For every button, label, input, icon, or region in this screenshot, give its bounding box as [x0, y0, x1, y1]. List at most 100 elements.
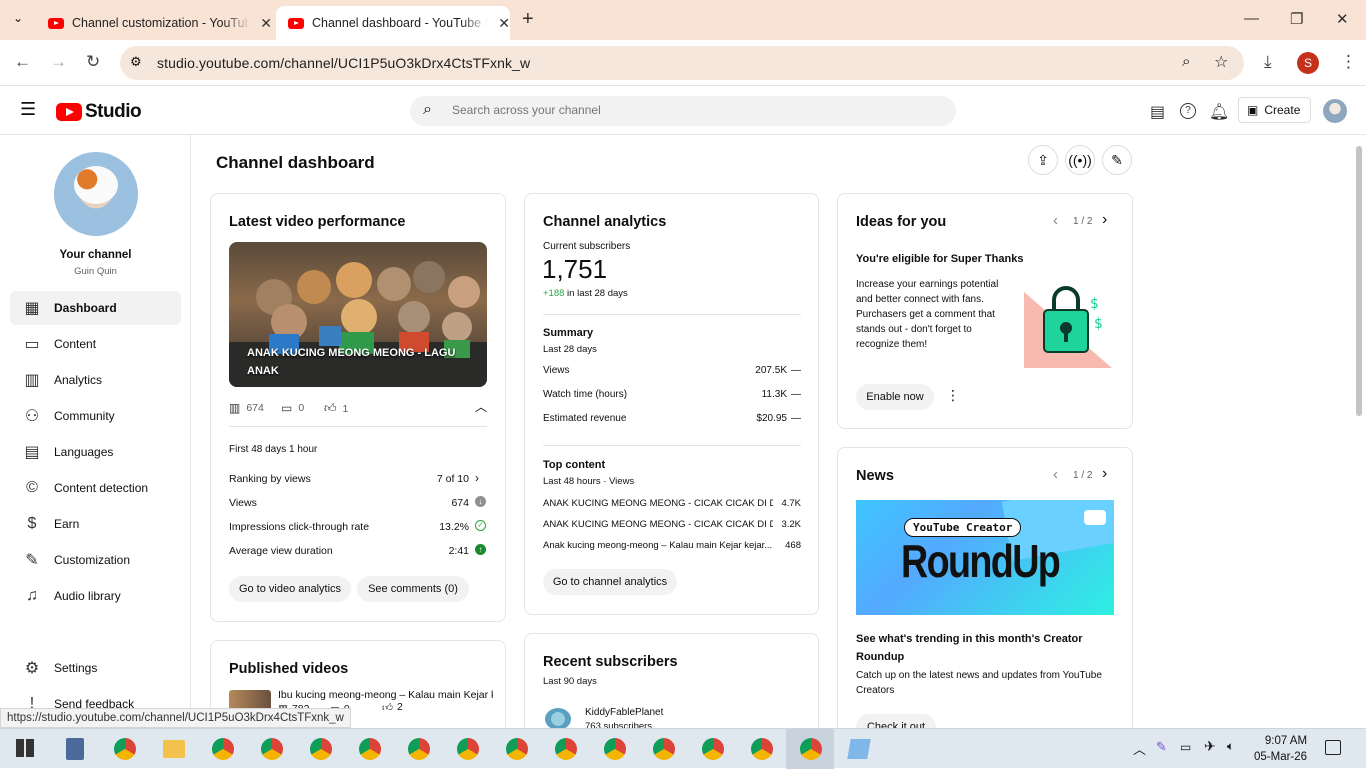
sidebar-item-earn[interactable]: $ Earn [10, 507, 181, 541]
system-clock[interactable]: 9:07 AM 05-Mar-26 [1254, 733, 1307, 765]
sidebar-item-content[interactable]: ▭ Content [10, 327, 181, 361]
chrome-icon[interactable] [457, 738, 479, 760]
battery-icon[interactable]: ▭ [1180, 740, 1191, 754]
pen-icon[interactable]: ✎ [1156, 739, 1167, 755]
tray-chevron-icon[interactable]: ︿ [1133, 739, 1146, 758]
top-content-item[interactable]: Anak kucing meong-meong – Kalau main Kej… [543, 540, 775, 551]
airplane-icon[interactable]: ✈ [1204, 738, 1216, 755]
studio-logo[interactable]: Studio [56, 101, 142, 123]
published-video-title[interactable]: Ibu kucing meong-meong – Kalau main Keja… [278, 689, 493, 701]
browser-profile-avatar[interactable]: S [1297, 52, 1319, 74]
card-title: Recent subscribers [543, 654, 678, 670]
chrome-icon[interactable] [310, 738, 332, 760]
new-tab-button[interactable]: + [522, 8, 534, 31]
restore-icon[interactable]: ❐ [1290, 10, 1303, 28]
subscriber-name[interactable]: KiddyFablePlanet [585, 707, 663, 718]
page-scrollbar[interactable] [1356, 146, 1362, 416]
back-icon[interactable]: ← [14, 52, 31, 72]
collapse-chevron-icon[interactable]: ︿ [475, 398, 487, 415]
chrome-icon[interactable] [604, 738, 626, 760]
news-heading[interactable]: See what's trending in this month's Crea… [856, 630, 1096, 666]
subscribers-label: Current subscribers [543, 241, 631, 252]
video-thumbnail[interactable]: ANAK KUCING MEONG MEONG - LAGU ANAK [229, 242, 487, 387]
sidebar-item-languages[interactable]: ▤ Languages [10, 435, 181, 469]
search-input[interactable] [452, 103, 932, 117]
chrome-icon[interactable] [653, 738, 675, 760]
download-icon[interactable]: ⤓ [1264, 52, 1272, 72]
go-live-button[interactable]: ((•)) [1065, 145, 1095, 175]
next-chevron-icon[interactable]: › [1102, 211, 1107, 229]
tab-channel-dashboard[interactable]: Channel dashboard - YouTube Studio ✕ [276, 6, 510, 40]
chrome-icon[interactable] [408, 738, 430, 760]
prev-chevron-icon[interactable]: ‹ [1053, 466, 1058, 483]
chrome-icon[interactable] [751, 738, 773, 760]
tab-channel-customization[interactable]: Channel customization - YouTube Studio ✕ [36, 6, 272, 40]
sidebar-item-settings[interactable]: ⚙ Settings [10, 651, 181, 685]
more-options-icon[interactable]: ⋮ [946, 387, 960, 404]
news-banner[interactable]: YouTube Creator RoundUp [856, 500, 1114, 615]
content-icon: ▭ [24, 336, 40, 353]
reload-icon[interactable]: ↻ [86, 52, 100, 72]
subscriber-avatar[interactable] [545, 708, 571, 730]
minimize-icon[interactable]: — [1244, 10, 1259, 27]
sidebar-item-audio-library[interactable]: ♫ Audio library [10, 579, 181, 613]
sidebar: Your channel Guin Quin ▦ Dashboard ▭ Conte… [0, 135, 191, 728]
sidebar-item-dashboard[interactable]: ▦ Dashboard [10, 291, 181, 325]
help-icon[interactable]: ? [1180, 103, 1196, 119]
close-window-icon[interactable]: ✕ [1336, 10, 1349, 28]
summary-value: 207.5K [755, 365, 787, 376]
chevron-right-icon[interactable]: › [475, 471, 479, 485]
tab-search-chevron-icon[interactable]: ⌄ [13, 11, 23, 25]
close-tab-icon[interactable]: ✕ [260, 15, 272, 32]
windows-start-icon[interactable] [16, 739, 34, 757]
ideas-card: Ideas for you ‹ 1 / 2 › You're eligible … [837, 193, 1133, 429]
menu-dots-icon[interactable]: ⋮ [1340, 52, 1357, 72]
messages-icon[interactable]: ▤ [1150, 102, 1165, 122]
studio-header: ☰ Studio ⌕ ▤ ? 🔔︎ ▣ Create [0, 87, 1366, 135]
channel-label[interactable]: Your channel [0, 249, 191, 261]
sidebar-item-community[interactable]: ⚇ Community [10, 399, 181, 433]
go-to-channel-analytics-button[interactable]: Go to channel analytics [543, 569, 677, 595]
sidebar-item-analytics[interactable]: ▥ Analytics [10, 363, 181, 397]
chrome-icon[interactable] [555, 738, 577, 760]
card-title: Published videos [229, 661, 349, 677]
chrome-icon[interactable] [114, 738, 136, 760]
channel-avatar[interactable] [54, 152, 138, 236]
hamburger-menu-icon[interactable]: ☰ [20, 99, 36, 120]
sidebar-item-customization[interactable]: ✎ Customization [10, 543, 181, 577]
sidebar-item-content-detection[interactable]: © Content detection [10, 471, 181, 505]
top-content-item[interactable]: ANAK KUCING MEONG MEONG - CICAK CICAK DI… [543, 498, 773, 509]
see-comments-button[interactable]: See comments (0) [357, 576, 469, 602]
top-content-item[interactable]: ANAK KUCING MEONG MEONG - CICAK CICAK DI… [543, 519, 773, 530]
site-info-icon[interactable]: ⚙ [130, 54, 142, 70]
notepad-icon[interactable] [847, 739, 871, 759]
account-avatar[interactable] [1323, 99, 1347, 123]
chrome-icon[interactable] [702, 738, 724, 760]
summary-title: Summary [543, 327, 594, 339]
bookmark-star-icon[interactable]: ☆ [1214, 52, 1228, 72]
close-tab-icon[interactable]: ✕ [498, 15, 510, 32]
chrome-icon[interactable] [212, 738, 234, 760]
enable-now-button[interactable]: Enable now [856, 384, 934, 410]
summary-trend: — [791, 365, 801, 376]
calculator-icon[interactable] [66, 738, 84, 760]
go-to-video-analytics-button[interactable]: Go to video analytics [229, 576, 351, 602]
next-chevron-icon[interactable]: › [1102, 465, 1107, 483]
forward-icon[interactable]: → [50, 52, 67, 72]
search-bar[interactable]: ⌕ [410, 96, 956, 126]
upload-button[interactable]: ⇪ [1028, 145, 1058, 175]
chrome-icon[interactable] [261, 738, 283, 760]
chrome-icon[interactable] [506, 738, 528, 760]
svg-text:$: $ [1090, 296, 1099, 312]
volume-icon[interactable]: 🔈︎ [1227, 739, 1234, 754]
file-explorer-icon[interactable] [163, 740, 185, 758]
zoom-icon[interactable]: ⌕ [1182, 53, 1190, 70]
chrome-icon[interactable] [359, 738, 381, 760]
prev-chevron-icon[interactable]: ‹ [1053, 212, 1058, 229]
notifications-bell-icon[interactable]: 🔔︎ [1209, 102, 1229, 122]
address-bar[interactable]: ⚙ studio.youtube.com/channel/UCI1P5uO3kD… [120, 46, 1244, 80]
create-button[interactable]: ▣ Create [1238, 97, 1312, 123]
create-post-button[interactable]: ✎ [1102, 145, 1132, 175]
chrome-icon[interactable] [800, 738, 822, 760]
notification-center-icon[interactable] [1325, 740, 1341, 755]
